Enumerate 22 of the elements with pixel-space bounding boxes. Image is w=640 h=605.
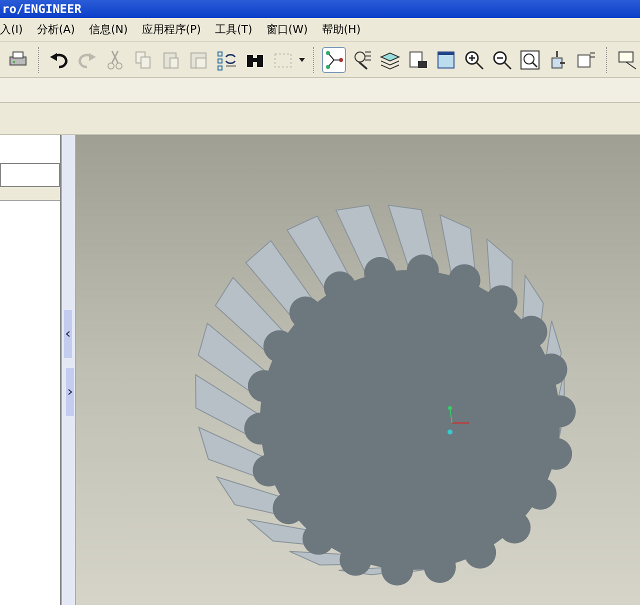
tree-field[interactable] (0, 163, 60, 187)
window-title: ro/ENGINEER (0, 0, 640, 18)
tree-header (0, 187, 60, 201)
expand-handle[interactable] (66, 368, 74, 416)
caret-icon[interactable] (299, 58, 305, 62)
refit-icon (519, 48, 541, 70)
menu-item[interactable]: 分析(A) (36, 18, 75, 41)
datum-axes-button[interactable] (322, 46, 346, 72)
menu-item[interactable]: 窗口(W) (266, 18, 308, 41)
collapse-handle[interactable] (64, 310, 72, 358)
menu-item[interactable]: 工具(T) (214, 18, 252, 41)
menu-item[interactable]: 信息(N) (88, 18, 128, 41)
coordinate-axes-icon (448, 406, 469, 434)
menu-item[interactable]: 应用程序(P) (142, 18, 201, 41)
datum-axes-icon (323, 48, 345, 70)
menu-item[interactable]: 入(I) (0, 18, 23, 41)
chevron-right-icon (68, 389, 72, 395)
zoom-in-icon (463, 48, 485, 70)
regenerate-icon (216, 48, 238, 70)
zoom-out-icon (491, 48, 513, 70)
chevron-left-icon (66, 331, 70, 337)
menu-item[interactable]: 帮助(H) (322, 18, 361, 41)
